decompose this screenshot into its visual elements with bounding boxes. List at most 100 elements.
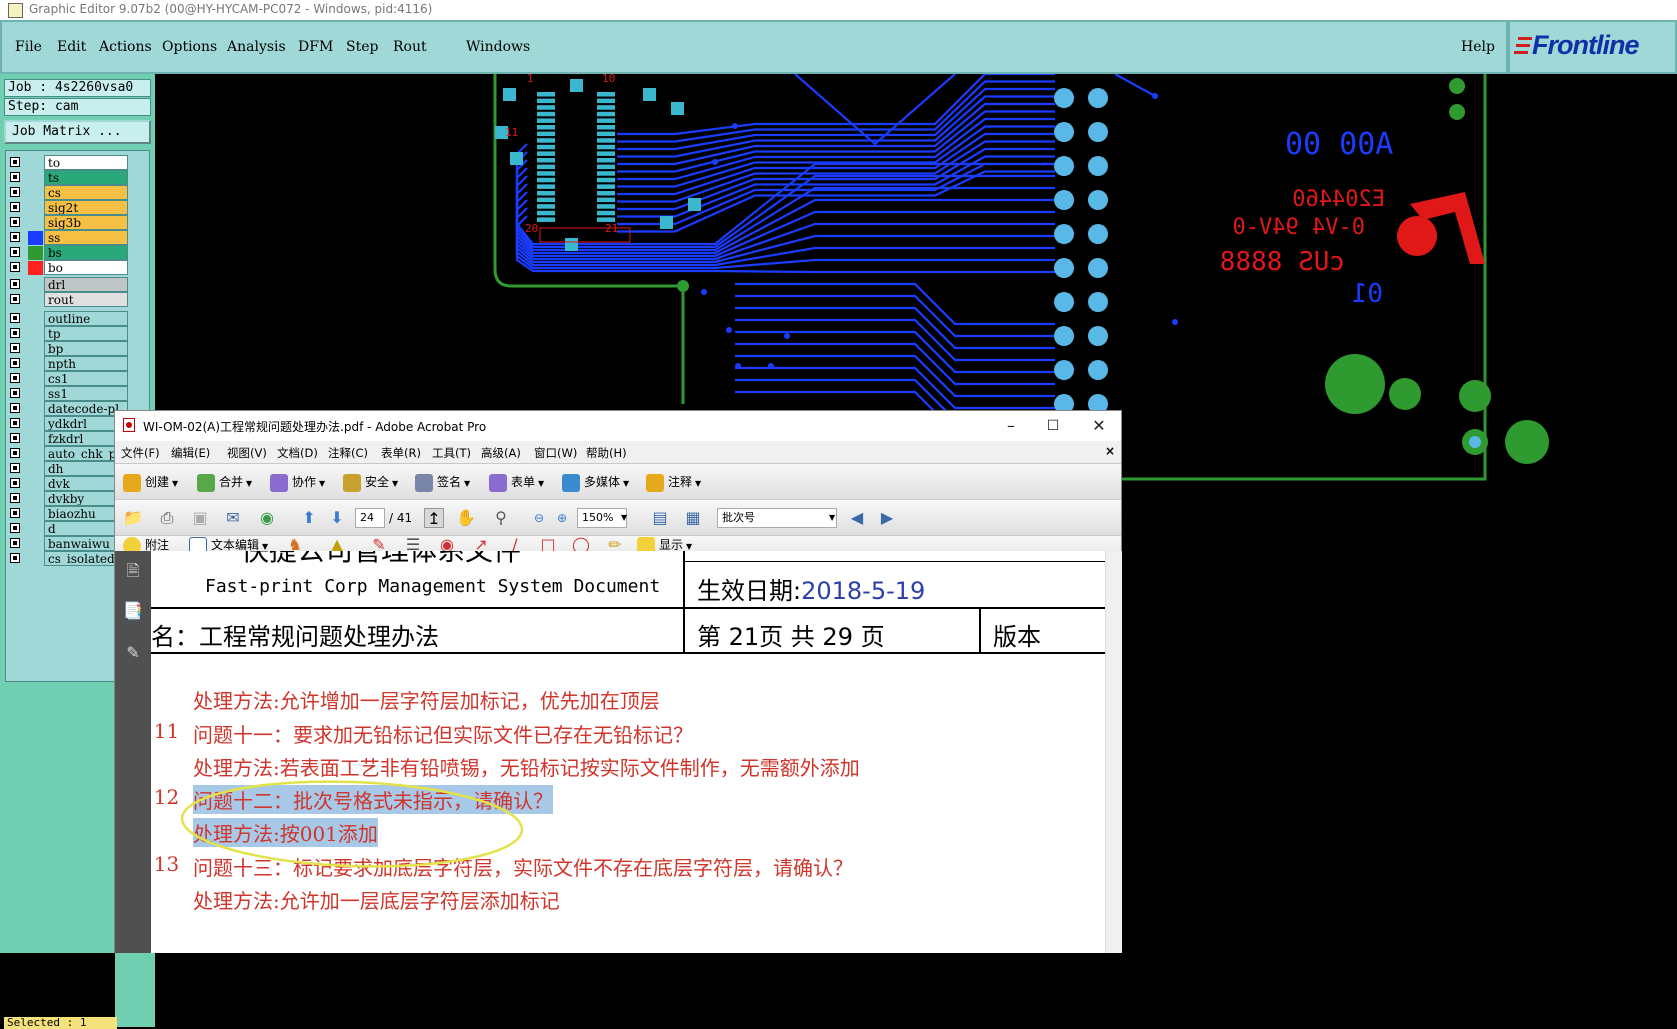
- layer-color-swatch[interactable]: [28, 447, 43, 461]
- layer-checkbox[interactable]: [10, 202, 20, 212]
- fit-width-icon[interactable]: ▦: [683, 508, 703, 528]
- layer-color-swatch[interactable]: [28, 402, 43, 416]
- layer-name[interactable]: ss: [44, 230, 128, 245]
- layer-name[interactable]: bp: [44, 341, 128, 356]
- layer-color-swatch[interactable]: [28, 156, 43, 170]
- layer-color-swatch[interactable]: [28, 312, 43, 326]
- fit-page-icon[interactable]: ▤: [650, 508, 670, 528]
- menu-help[interactable]: Help: [1461, 39, 1495, 55]
- layer-row[interactable]: bp: [6, 341, 151, 357]
- vertical-scrollbar[interactable]: [1105, 551, 1122, 953]
- layer-checkbox[interactable]: [10, 358, 20, 368]
- find-next-icon[interactable]: ▶: [877, 508, 897, 528]
- layer-checkbox[interactable]: [10, 262, 20, 272]
- collaborate-button[interactable]: 协作 ▼: [270, 472, 325, 492]
- pdf-document-view[interactable]: 快捷公司管理体系文件 Fast-print Corp Management Sy…: [151, 551, 1119, 953]
- layer-color-swatch[interactable]: [28, 171, 43, 185]
- menu-edit[interactable]: Edit: [57, 39, 86, 55]
- layer-name[interactable]: bs: [44, 245, 128, 260]
- layer-checkbox[interactable]: [10, 294, 20, 304]
- layer-checkbox[interactable]: [10, 463, 20, 473]
- acro-menu-edit[interactable]: 编辑(E): [171, 445, 210, 461]
- layer-row[interactable]: outline: [6, 311, 151, 327]
- menu-rout[interactable]: Rout: [393, 39, 427, 55]
- layer-name[interactable]: rout: [44, 292, 128, 307]
- layer-checkbox[interactable]: [10, 157, 20, 167]
- search-input[interactable]: 批次号: [717, 508, 837, 528]
- layer-color-swatch[interactable]: [28, 186, 43, 200]
- menu-options[interactable]: Options: [162, 39, 217, 55]
- acro-menu-file[interactable]: 文件(F): [121, 445, 160, 461]
- layer-checkbox[interactable]: [10, 313, 20, 323]
- layer-checkbox[interactable]: [10, 538, 20, 548]
- signatures-icon[interactable]: ✎: [123, 643, 143, 663]
- layer-color-swatch[interactable]: [28, 477, 43, 491]
- maximize-icon[interactable]: ☐: [1042, 415, 1064, 437]
- layer-name[interactable]: sig2t: [44, 200, 128, 215]
- layer-color-swatch[interactable]: [28, 552, 43, 566]
- layer-row[interactable]: ss1: [6, 386, 151, 402]
- page-number-input[interactable]: 24: [355, 508, 385, 528]
- layer-color-swatch[interactable]: [28, 231, 43, 245]
- layer-checkbox[interactable]: [10, 247, 20, 257]
- layer-row[interactable]: cs1: [6, 371, 151, 387]
- layer-row[interactable]: rout: [6, 292, 151, 308]
- layer-checkbox[interactable]: [10, 343, 20, 353]
- layer-row[interactable]: sig3b: [6, 215, 151, 231]
- comment-button[interactable]: 注释 ▼: [646, 472, 701, 492]
- layer-checkbox[interactable]: [10, 279, 20, 289]
- layer-name[interactable]: cs: [44, 185, 128, 200]
- acro-menu-forms[interactable]: 表单(R): [381, 445, 421, 461]
- open-folder-icon[interactable]: 📁: [123, 508, 143, 528]
- layer-color-swatch[interactable]: [28, 246, 43, 260]
- layer-row[interactable]: to: [6, 155, 151, 171]
- close-icon[interactable]: ✕: [1088, 415, 1110, 437]
- layer-row[interactable]: drl: [6, 277, 151, 293]
- acro-menu-help[interactable]: 帮助(H): [586, 445, 627, 461]
- layer-checkbox[interactable]: [10, 403, 20, 413]
- layer-name[interactable]: ts: [44, 170, 128, 185]
- pages-icon[interactable]: 🗎: [123, 561, 143, 581]
- layer-color-swatch[interactable]: [28, 372, 43, 386]
- layer-name[interactable]: cs1: [44, 371, 128, 386]
- layer-name[interactable]: sig3b: [44, 215, 128, 230]
- create-button[interactable]: 创建 ▼: [123, 472, 178, 492]
- layer-row[interactable]: tp: [6, 326, 151, 342]
- layer-name[interactable]: outline: [44, 311, 128, 326]
- layer-name[interactable]: tp: [44, 326, 128, 341]
- layer-color-swatch[interactable]: [28, 278, 43, 292]
- layer-checkbox[interactable]: [10, 493, 20, 503]
- menu-file[interactable]: File: [15, 39, 42, 55]
- layer-color-swatch[interactable]: [28, 201, 43, 215]
- layer-row[interactable]: cs: [6, 185, 151, 201]
- layer-name[interactable]: ss1: [44, 386, 128, 401]
- menu-step[interactable]: Step: [346, 39, 378, 55]
- layer-checkbox[interactable]: [10, 433, 20, 443]
- acro-menu-advanced[interactable]: 高级(A): [481, 445, 521, 461]
- print-icon[interactable]: ⎙: [157, 508, 177, 528]
- layer-color-swatch[interactable]: [28, 462, 43, 476]
- save-icon[interactable]: ▣: [190, 508, 210, 528]
- layer-checkbox[interactable]: [10, 217, 20, 227]
- zoom-tool-icon[interactable]: ⚲: [491, 508, 511, 528]
- layer-color-swatch[interactable]: [28, 327, 43, 341]
- layer-row[interactable]: ss: [6, 230, 151, 246]
- menu-actions[interactable]: Actions: [99, 39, 152, 55]
- layer-checkbox[interactable]: [10, 328, 20, 338]
- zoom-input[interactable]: 150%: [577, 508, 627, 528]
- email-icon[interactable]: ✉: [223, 508, 243, 528]
- layer-color-swatch[interactable]: [28, 507, 43, 521]
- acro-menu-view[interactable]: 视图(V): [227, 445, 267, 461]
- layer-color-swatch[interactable]: [28, 357, 43, 371]
- sign-button[interactable]: 签名 ▼: [415, 472, 470, 492]
- acro-menu-window[interactable]: 窗口(W): [534, 445, 577, 461]
- layer-row[interactable]: ts: [6, 170, 151, 186]
- layer-checkbox[interactable]: [10, 448, 20, 458]
- previous-page-icon[interactable]: ⬆: [299, 508, 319, 528]
- menu-analysis[interactable]: Analysis: [227, 39, 286, 55]
- forms-button[interactable]: 表单 ▼: [489, 472, 544, 492]
- menu-dfm[interactable]: DFM: [298, 39, 333, 55]
- layer-name[interactable]: drl: [44, 277, 128, 292]
- layer-color-swatch[interactable]: [28, 537, 43, 551]
- layer-name[interactable]: bo: [44, 260, 128, 275]
